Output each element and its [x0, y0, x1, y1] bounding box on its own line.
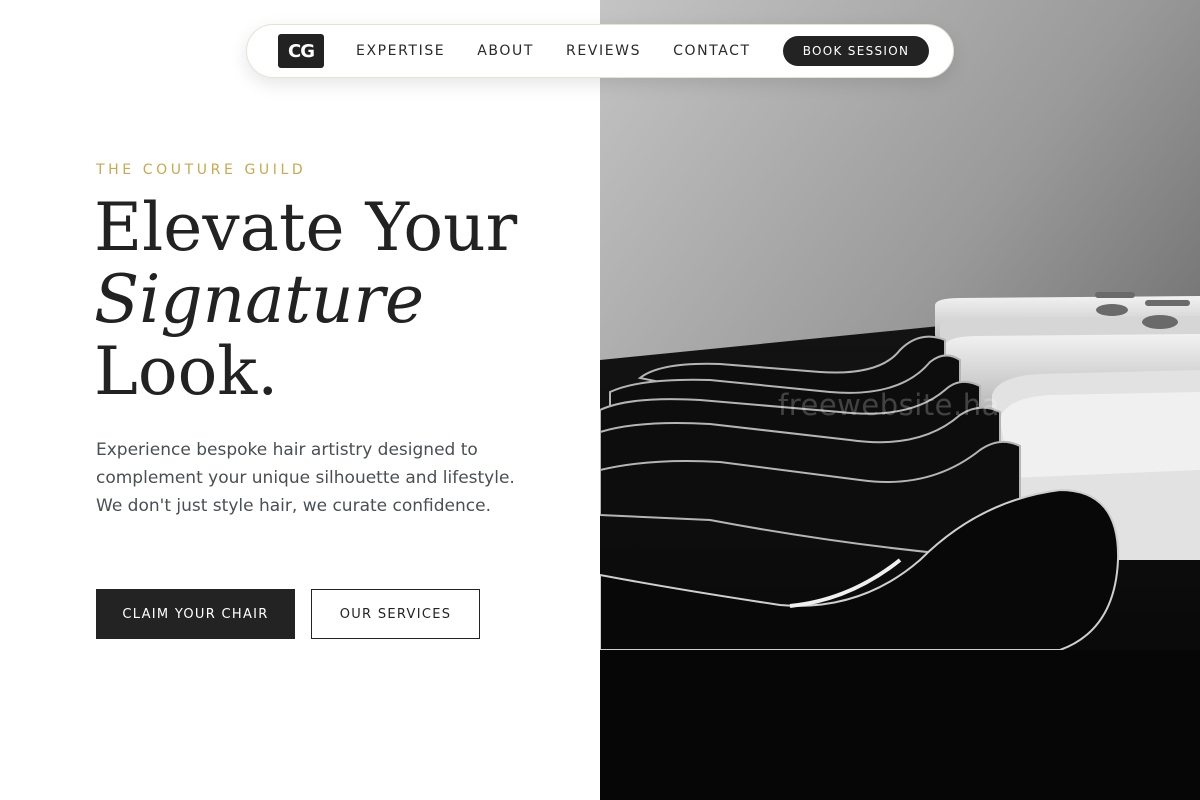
- nav-link-contact[interactable]: CONTACT: [673, 43, 751, 59]
- brand-eyebrow: THE COUTURE GUILD: [96, 162, 307, 178]
- headline-line-2: Signature: [94, 261, 425, 338]
- headline-line-1: Elevate Your: [94, 189, 518, 266]
- headline-line-3: Look.: [94, 333, 279, 410]
- nav-links: EXPERTISE ABOUT REVIEWS CONTACT: [356, 43, 751, 59]
- our-services-button[interactable]: OUR SERVICES: [311, 589, 480, 639]
- nav-link-about[interactable]: ABOUT: [477, 43, 534, 59]
- book-session-button[interactable]: BOOK SESSION: [783, 36, 929, 66]
- top-navigation: CG EXPERTISE ABOUT REVIEWS CONTACT BOOK …: [246, 24, 954, 78]
- hero-description: Experience bespoke hair artistry designe…: [96, 440, 515, 516]
- hero-photo: freewebsite.ha: [600, 0, 1200, 800]
- hero-headline: Elevate Your Signature Look.: [94, 192, 574, 408]
- brand-logo[interactable]: CG: [278, 34, 324, 68]
- watermark-text: freewebsite.ha: [778, 388, 1000, 422]
- claim-your-chair-button[interactable]: CLAIM YOUR CHAIR: [96, 589, 295, 639]
- nav-link-reviews[interactable]: REVIEWS: [566, 43, 641, 59]
- nav-link-expertise[interactable]: EXPERTISE: [356, 43, 445, 59]
